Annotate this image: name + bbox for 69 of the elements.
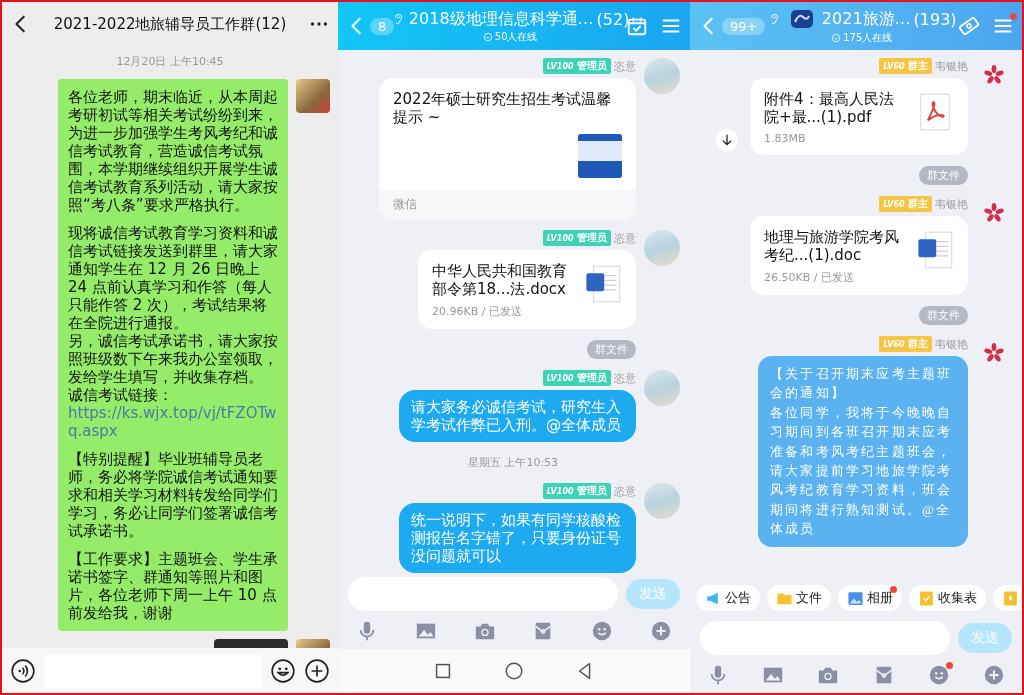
message-text: 统一说明下，如果有同学核酸检测报告名字错了，只要身份证号没问题就可以 xyxy=(411,511,622,565)
picture-icon xyxy=(847,589,864,607)
timestamp: 星期五 上午10:53 xyxy=(467,455,559,471)
droplet-app-icon xyxy=(1002,589,1019,607)
thumbnail-image xyxy=(578,134,622,178)
file-name: 中华人民共和国教育部令第18...法.docx xyxy=(432,262,568,298)
file-card[interactable]: 中华人民共和国教育部令第18...法.docx 20.96KB / 已发送 xyxy=(418,250,636,329)
sender-name: 韦银艳 xyxy=(935,58,968,74)
chat-title: 2021旅游… xyxy=(821,8,911,30)
calendar-check-icon[interactable] xyxy=(626,15,648,37)
timestamp: 12月20日 上午10:45 xyxy=(116,54,224,70)
role-badge: LV100 管理员 xyxy=(542,483,611,499)
chat-title: 2018级地理信息科学通… xyxy=(408,8,594,30)
online-icon xyxy=(831,33,842,43)
message-text: 诚信考试链接： https://ks.wjx.top/vj/tFZOTwq.aspx xyxy=(68,386,280,440)
link-card[interactable]: 2022年硕士研究生招生考试温馨提示 ~ 微信 xyxy=(379,78,636,219)
file-name: 地理与旅游学院考风考纪...(1).doc xyxy=(764,228,900,264)
file-meta: 26.50KB / 已发送 xyxy=(764,270,855,285)
message-text: 现将诚信考试教育学习资料和诚信考试链接发送到群里，请大家通知学生在 12 月 26 日晚上 24 点前认真学习和作答（每人只能作答 2 次），考试结果将在全院进行通报。 xyxy=(68,224,279,332)
message-text: 请大家务必诚信考试，研究生入学考试作弊已入刑。@全体成员 xyxy=(411,398,622,434)
card-source: 微信 xyxy=(379,190,636,219)
quick-action-chip[interactable]: 相册 xyxy=(838,585,902,611)
unread-badge: 8 xyxy=(370,17,395,35)
sender-name: 恣意 xyxy=(614,483,636,499)
sender-name: 恣意 xyxy=(614,58,636,74)
avatar-photo[interactable] xyxy=(296,79,330,113)
message-text: 【工作要求】主题班会、学生承诺书签字、群通知等照片和图片，各位老师下周一上午 10 点前发给我，谢谢 xyxy=(68,550,279,622)
sender-name: 恣意 xyxy=(614,370,636,386)
quick-action-chip[interactable]: 文件 xyxy=(767,585,831,611)
card-title: 2022年硕士研究生招生考试温馨提示 ~ xyxy=(393,90,613,126)
role-badge: LV60 群主 xyxy=(879,196,932,212)
message-text: 各位老师，期末临近，从本周起考研初试等相关考试纷纷到来，为进一步加强学生考风考纪和诚信考试教育，营造诚信考试氛围，本学期继续组织开展学生诚信考试教育系列活动，请大家按照“考八条”要求严格执行。 xyxy=(68,88,279,214)
file-name: 附件4：最高人民法院+最...(1).pdf xyxy=(764,90,895,126)
flower-avatar-icon xyxy=(983,64,1005,86)
role-badge: LV60 群主 xyxy=(879,336,932,352)
role-badge: LV60 群主 xyxy=(879,58,932,74)
role-badge: LV100 管理员 xyxy=(542,230,611,246)
role-badge: LV100 管理员 xyxy=(542,58,611,74)
file-meta: 20.96KB / 已发送 xyxy=(432,304,523,319)
quick-action-chip[interactable]: 收集表 xyxy=(909,585,986,611)
online-status: 50人在线 xyxy=(494,29,538,44)
circle-icon[interactable] xyxy=(503,660,525,682)
flower-avatar-icon xyxy=(983,202,1005,224)
form-icon xyxy=(918,589,935,607)
flower-avatar-icon xyxy=(983,342,1005,364)
role-badge: LV100 管理员 xyxy=(542,370,611,386)
unread-badge: 99+ xyxy=(722,17,766,35)
file-meta: 1.83MB xyxy=(764,132,807,145)
quick-action-chip[interactable]: 公告 xyxy=(696,585,760,611)
file-card[interactable]: 附件4：最高人民法院+最...(1).pdf 1.83MB xyxy=(750,78,968,155)
ticket-icon[interactable] xyxy=(958,15,980,37)
online-status: 175人在线 xyxy=(843,31,893,45)
message-text: 【关于召开期末应考主题班会的通知】 xyxy=(770,365,954,403)
message-text: 另，诚信考试承诺书，请大家按照班级数下午来我办公室领取，发给学生填写，并收集存档。 xyxy=(68,332,279,386)
message-text: 【特别提醒】毕业班辅导员老师，务必将学院诚信考试通知要求和相关学习材料转发给同学们学习，务必让同学们签署诚信考试承诺书。 xyxy=(68,450,279,540)
online-icon xyxy=(482,31,493,42)
member-count: (193) xyxy=(913,9,957,29)
plus-icon[interactable] xyxy=(304,657,330,684)
message-text: 各位同学，我将于今晚晚自习期间到各班召开期末应考准备和考风考纪主题班会，请大家提前学习地旅学院考风考纪教育学习资料，班会期间将进行熟知测试。@全体成员 xyxy=(770,403,954,539)
quick-action-chip[interactable] xyxy=(993,585,1022,611)
chat-title: 2021-2022地旅辅导员工作群(12) xyxy=(52,14,288,34)
sender-name: 恣意 xyxy=(614,230,636,246)
voice-icon[interactable] xyxy=(10,657,36,684)
sender-name: 韦银艳 xyxy=(935,336,968,352)
member-count: (52) xyxy=(596,9,630,29)
file-card[interactable]: 地理与旅游学院考风考纪...(1).doc 26.50KB / 已发送 xyxy=(750,216,968,295)
download-button[interactable] xyxy=(716,129,738,151)
emoji-icon[interactable] xyxy=(270,657,296,684)
sender-name: 韦银艳 xyxy=(935,196,968,212)
